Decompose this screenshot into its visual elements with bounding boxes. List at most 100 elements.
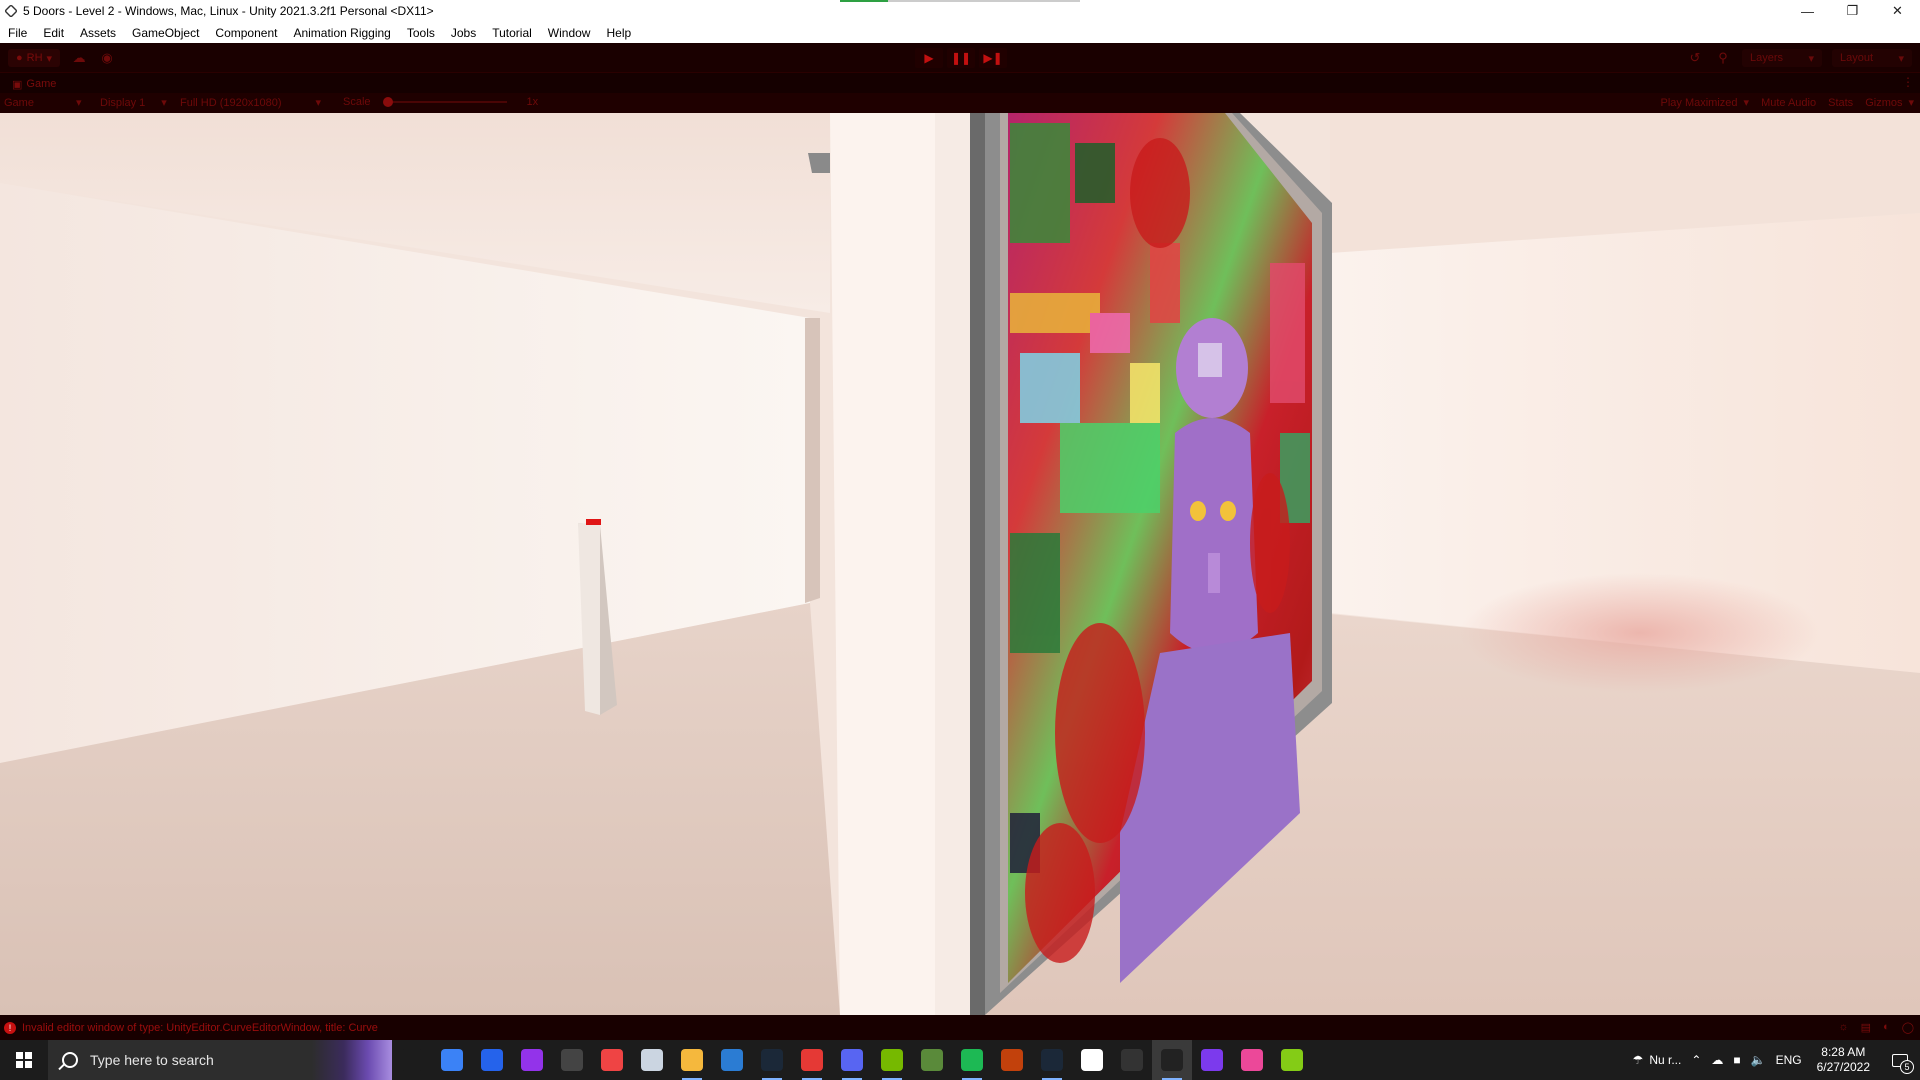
scale-label: Scale: [343, 96, 371, 108]
taskbar-app-spotify[interactable]: [952, 1040, 992, 1080]
layers-label: Layers: [1750, 52, 1784, 64]
taskbar-app-explorer-alt[interactable]: [632, 1040, 672, 1080]
taskbar-app-steam[interactable]: [752, 1040, 792, 1080]
weather-widget[interactable]: ☂ Nu r...: [1628, 1053, 1687, 1067]
stats-toggle[interactable]: Stats: [1828, 97, 1853, 109]
display-dropdown[interactable]: Display 1 ▾: [100, 96, 167, 110]
restore-button[interactable]: ❐: [1830, 0, 1875, 22]
menu-assets[interactable]: Assets: [72, 26, 124, 40]
game-icon: [1001, 1049, 1023, 1071]
start-button[interactable]: [0, 1040, 48, 1080]
clock-date: 6/27/2022: [1816, 1060, 1870, 1074]
taskbar-app-task-view[interactable]: [392, 1040, 432, 1080]
taskbar-app-cortana[interactable]: [512, 1040, 552, 1080]
progress-icon[interactable]: ◐: [1883, 1021, 1890, 1034]
taskbar-app-discord[interactable]: [832, 1040, 872, 1080]
status-bar[interactable]: ! Invalid editor window of type: UnityEd…: [0, 1015, 1920, 1040]
android-icon: [1281, 1049, 1303, 1071]
action-center-button[interactable]: 5: [1880, 1040, 1920, 1080]
taskbar-app-edge[interactable]: [472, 1040, 512, 1080]
pause-button[interactable]: ❚❚: [947, 48, 975, 68]
gizmos-toggle[interactable]: Gizmos: [1865, 97, 1902, 109]
menu-animation-rigging[interactable]: Animation Rigging: [285, 26, 398, 40]
mail-icon: [721, 1049, 743, 1071]
menu-bar: File Edit Assets GameObject Component An…: [0, 22, 1920, 43]
history-icon[interactable]: ↺: [1686, 49, 1704, 67]
taskbar-app-todo[interactable]: [432, 1040, 472, 1080]
clock-time: 8:28 AM: [1821, 1045, 1866, 1059]
taskbar-apps: [392, 1040, 1312, 1080]
nvidia-icon: [881, 1049, 903, 1071]
taskbar-app-skyrim[interactable]: [552, 1040, 592, 1080]
clock[interactable]: 8:28 AM 6/27/2022: [1807, 1045, 1880, 1075]
taskbar-app-steam2[interactable]: [1032, 1040, 1072, 1080]
more-options-icon[interactable]: ⋮: [1902, 75, 1914, 89]
menu-help[interactable]: Help: [598, 26, 639, 40]
chevron-up-icon[interactable]: ⌃: [1686, 1053, 1706, 1067]
step-button[interactable]: ▶❚: [979, 48, 1007, 68]
taskbar-app-minecraft[interactable]: [912, 1040, 952, 1080]
menu-window[interactable]: Window: [540, 26, 599, 40]
minecraft-icon: [921, 1049, 943, 1071]
onedrive-icon[interactable]: ☁: [1706, 1053, 1728, 1067]
cache-icon[interactable]: ▤: [1861, 1021, 1871, 1034]
game-view-toolbar: Game ▾ Display 1 ▾ Full HD (1920x1080) ▾…: [0, 93, 1920, 113]
taskbar-app-chrome[interactable]: [792, 1040, 832, 1080]
taskbar-app-file-explorer[interactable]: [672, 1040, 712, 1080]
discord-icon: [841, 1049, 863, 1071]
play-maximized-toggle[interactable]: Play Maximized: [1661, 97, 1738, 109]
unity-icon: [1161, 1049, 1183, 1071]
notion-icon: [1081, 1049, 1103, 1071]
collab-icon[interactable]: ◉: [98, 49, 116, 67]
cloud-icon[interactable]: ☁: [70, 49, 88, 67]
menu-component[interactable]: Component: [207, 26, 285, 40]
menu-file[interactable]: File: [0, 26, 35, 40]
taskbar-app-notion[interactable]: [1072, 1040, 1112, 1080]
game-viewport[interactable]: [0, 113, 1920, 1015]
menu-edit[interactable]: Edit: [35, 26, 72, 40]
search-icon[interactable]: ⚲: [1714, 49, 1732, 67]
game-mode-dropdown[interactable]: Game ▾: [4, 96, 82, 110]
scale-control[interactable]: Scale 1x: [343, 96, 538, 108]
network-icon[interactable]: ■: [1728, 1053, 1745, 1067]
search-highlight-art: [312, 1040, 392, 1080]
volume-icon[interactable]: 🔈: [1746, 1053, 1771, 1067]
menu-tools[interactable]: Tools: [399, 26, 443, 40]
taskbar-app-ea[interactable]: [592, 1040, 632, 1080]
play-button[interactable]: ▶: [915, 48, 943, 68]
scale-slider-knob[interactable]: [382, 97, 393, 107]
resolution-dropdown[interactable]: Full HD (1920x1080) ▾: [180, 96, 321, 110]
chrome-icon: [801, 1049, 823, 1071]
taskbar-search[interactable]: Type here to search: [48, 1040, 392, 1080]
language-indicator[interactable]: ENG: [1771, 1053, 1807, 1067]
taskbar-app-nvidia[interactable]: [872, 1040, 912, 1080]
taskbar-app-obs[interactable]: [1112, 1040, 1152, 1080]
taskbar-app-unity[interactable]: [1152, 1040, 1192, 1080]
scale-slider[interactable]: [382, 97, 507, 107]
account-button[interactable]: ● RH ▾: [8, 49, 61, 67]
layers-dropdown[interactable]: Layers ▾: [1742, 49, 1822, 67]
mute-audio-toggle[interactable]: Mute Audio: [1761, 97, 1816, 109]
system-tray: ☂ Nu r... ⌃ ☁ ■ 🔈 ENG 8:28 AM 6/27/2022 …: [1628, 1040, 1920, 1080]
minimize-button[interactable]: —: [1785, 0, 1830, 22]
menu-gameobject[interactable]: GameObject: [124, 26, 207, 40]
close-button[interactable]: ✕: [1875, 0, 1920, 22]
unity-toolbar: ● RH ▾ ☁ ◉ ▶ ❚❚ ▶❚ ↺ ⚲ Layers ▾ Layout ▾: [0, 43, 1920, 73]
taskbar-app-visual-studio[interactable]: [1192, 1040, 1232, 1080]
tab-game[interactable]: ▣ Game: [6, 75, 62, 93]
taskbar-app-game[interactable]: [992, 1040, 1032, 1080]
bug-icon[interactable]: ☼: [1839, 1021, 1849, 1034]
game-view-options: Play Maximized ▾ Mute Audio Stats Gizmos…: [1661, 96, 1915, 110]
taskbar-app-photo[interactable]: [1232, 1040, 1272, 1080]
notification-icon[interactable]: ◯: [1902, 1021, 1914, 1034]
layout-dropdown[interactable]: Layout ▾: [1832, 49, 1912, 67]
menu-tutorial[interactable]: Tutorial: [484, 26, 540, 40]
taskbar-app-android[interactable]: [1272, 1040, 1312, 1080]
tab-game-label: Game: [26, 78, 57, 90]
error-icon: !: [4, 1021, 16, 1034]
status-message[interactable]: Invalid editor window of type: UnityEdit…: [22, 1022, 378, 1034]
steam2-icon: [1041, 1049, 1063, 1071]
menu-jobs[interactable]: Jobs: [443, 26, 484, 40]
taskbar-app-mail[interactable]: [712, 1040, 752, 1080]
cortana-icon: [521, 1049, 543, 1071]
